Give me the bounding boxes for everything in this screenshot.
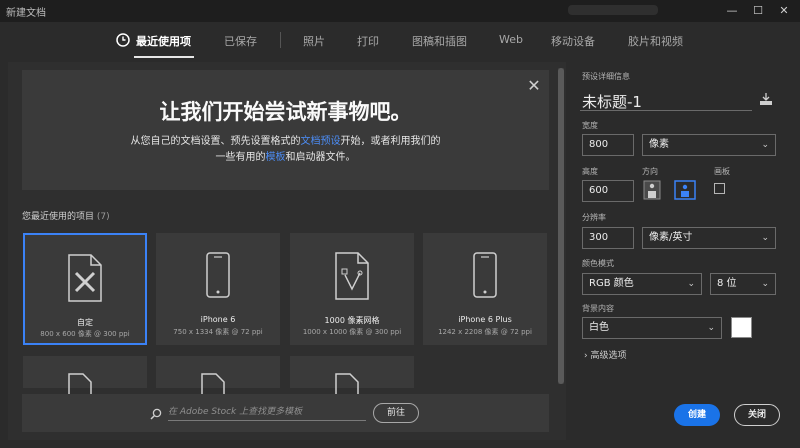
preset-details-panel <box>566 62 800 448</box>
document-name-underline <box>580 110 752 111</box>
document-icon <box>335 373 359 394</box>
width-label: 宽度 <box>582 121 598 130</box>
resolution-label: 分辨率 <box>582 213 606 222</box>
preset-size: 1242 x 2208 像素 @ 72 ppi <box>438 328 532 336</box>
preset-size: 750 x 1334 像素 @ 72 ppi <box>173 328 263 336</box>
stock-search-input[interactable] <box>168 403 366 421</box>
bit-depth-select[interactable]: 8 位 ⌄ <box>710 273 776 295</box>
preset-name: 1000 像素网格 <box>324 316 380 325</box>
go-button[interactable]: 前往 <box>373 403 419 423</box>
bit-depth-value: 8 位 <box>717 278 737 289</box>
tab-mobile[interactable]: 移动设备 <box>551 33 595 49</box>
background-value: 白色 <box>589 322 609 333</box>
recent-items-label: 您最近使用的项目 (7) <box>22 209 110 222</box>
minimize-button[interactable]: — <box>722 2 742 20</box>
tab-print[interactable]: 打印 <box>357 33 379 49</box>
preset-size: 1000 x 1000 像素 @ 300 ppi <box>302 328 402 336</box>
width-unit-select[interactable]: 像素 ⌄ <box>642 134 776 156</box>
banner-close-button[interactable]: ✕ <box>524 76 544 96</box>
preset-card-grid[interactable]: 1000 像素网格 1000 x 1000 像素 @ 300 ppi <box>290 233 414 345</box>
tab-saved[interactable]: 已保存 <box>224 33 257 49</box>
document-icon <box>201 373 225 394</box>
height-input[interactable]: 600 <box>582 180 634 202</box>
banner-text: 从您自己的文档设置、预先设置格式的 <box>130 136 301 147</box>
recent-label-text: 您最近使用的项目 <box>22 212 95 222</box>
landscape-orientation-icon[interactable] <box>674 180 696 200</box>
save-preset-icon[interactable] <box>759 92 773 106</box>
preset-size: 800 x 600 像素 @ 300 ppi <box>40 330 130 338</box>
chevron-down-icon: ⌄ <box>707 323 715 333</box>
preset-name: iPhone 6 <box>200 315 236 324</box>
category-tabs: 最近使用项 已保存 照片 打印 图稿和插图 Web 移动设备 胶片和视频 <box>0 22 683 60</box>
banner-text: 开始，或者利用我们的 <box>340 136 441 147</box>
preset-card-custom[interactable]: 自定 800 x 600 像素 @ 300 ppi <box>23 233 147 345</box>
tab-divider <box>280 32 281 48</box>
color-mode-select[interactable]: RGB 颜色 ⌄ <box>582 273 702 295</box>
banner-text: 一些有用的 <box>215 152 266 163</box>
color-mode-label: 颜色模式 <box>582 259 614 268</box>
artboard-checkbox[interactable] <box>714 183 725 194</box>
grid-document-icon <box>335 252 369 300</box>
orientation-label: 方向 <box>642 167 658 176</box>
resolution-input[interactable]: 300 <box>582 227 634 249</box>
background-color-swatch[interactable] <box>731 317 752 338</box>
chevron-down-icon: ⌄ <box>687 279 695 289</box>
recent-count: (7) <box>96 212 110 222</box>
preset-details-header: 预设详细信息 <box>582 72 630 81</box>
preset-name: iPhone 6 Plus <box>458 315 512 324</box>
chevron-down-icon: ⌄ <box>761 233 769 243</box>
tab-film-video[interactable]: 胶片和视频 <box>628 33 683 49</box>
maximize-button[interactable]: ☐ <box>748 2 768 20</box>
title-bar: 新建文档 — ☐ ✕ <box>0 0 800 22</box>
advanced-options-toggle[interactable]: › 高级选项 <box>584 348 627 361</box>
document-name-field[interactable]: 未标题-1 <box>582 91 642 112</box>
artboard-label: 画板 <box>714 167 730 176</box>
close-button[interactable]: 关闭 <box>734 404 780 426</box>
tab-recent[interactable]: 最近使用项 <box>136 33 191 49</box>
portrait-orientation-icon[interactable] <box>643 180 661 200</box>
phone-icon <box>473 252 497 298</box>
chevron-down-icon: ⌄ <box>761 279 769 289</box>
preset-card-iphone6[interactable]: iPhone 6 750 x 1334 像素 @ 72 ppi <box>156 233 280 345</box>
height-label: 高度 <box>582 167 598 176</box>
create-button[interactable]: 创建 <box>674 404 720 426</box>
resolution-unit-select[interactable]: 像素/英寸 ⌄ <box>642 227 776 249</box>
tab-art-illustration[interactable]: 图稿和插图 <box>412 33 467 49</box>
welcome-banner: ✕ 让我们开始尝试新事物吧。 从您自己的文档设置、预先设置格式的文档预设开始，或… <box>22 70 549 190</box>
chevron-right-icon: › <box>584 351 588 361</box>
search-icon <box>150 408 162 420</box>
preset-card[interactable] <box>156 356 280 394</box>
custom-document-icon <box>68 254 102 302</box>
background-label: 背景内容 <box>582 304 614 313</box>
banner-title: 让我们开始尝试新事物吧。 <box>159 100 412 124</box>
clock-icon <box>116 33 130 47</box>
window-title: 新建文档 <box>6 8 46 19</box>
background-select[interactable]: 白色 ⌄ <box>582 317 722 339</box>
phone-icon <box>206 252 230 298</box>
banner-text-line-1: 从您自己的文档设置、预先设置格式的文档预设开始，或者利用我们的 <box>22 132 549 147</box>
color-mode-value: RGB 颜色 <box>589 278 634 289</box>
preset-name: 自定 <box>77 318 93 327</box>
window-close-button[interactable]: ✕ <box>774 2 794 20</box>
preset-card[interactable] <box>23 356 147 394</box>
scrollbar-thumb[interactable] <box>558 68 564 384</box>
tab-web[interactable]: Web <box>499 33 523 46</box>
document-icon <box>68 373 92 394</box>
document-presets-link[interactable]: 文档预设 <box>301 136 341 147</box>
banner-text-line-2: 一些有用的模板和启动器文件。 <box>22 148 549 163</box>
width-input[interactable]: 800 <box>582 134 634 156</box>
templates-link[interactable]: 模板 <box>266 152 286 163</box>
active-tab-indicator <box>134 56 194 58</box>
width-unit-value: 像素 <box>649 139 669 150</box>
chevron-down-icon: ⌄ <box>761 140 769 150</box>
blurred-region <box>568 5 658 15</box>
advanced-options-label: 高级选项 <box>590 351 627 361</box>
resolution-unit-value: 像素/英寸 <box>649 232 693 243</box>
preset-card[interactable] <box>290 356 414 394</box>
tab-photo[interactable]: 照片 <box>303 33 325 49</box>
banner-text: 和启动器文件。 <box>285 152 356 163</box>
preset-card-iphone6-plus[interactable]: iPhone 6 Plus 1242 x 2208 像素 @ 72 ppi <box>423 233 547 345</box>
